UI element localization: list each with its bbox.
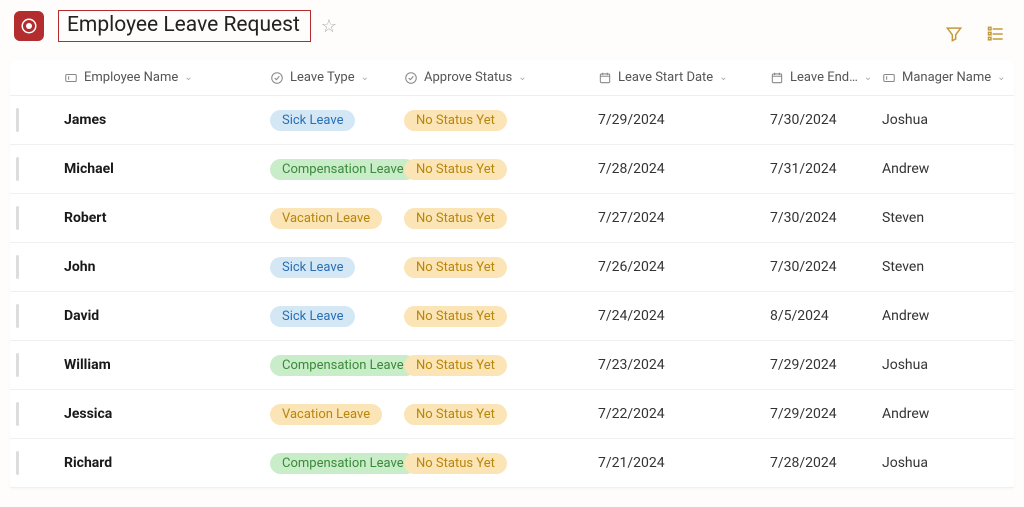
- page-header: Employee Leave Request ☆: [0, 0, 1024, 60]
- leave-type-badge: Sick Leave: [270, 306, 355, 327]
- row-drag-handle[interactable]: [10, 157, 64, 181]
- manager-name-cell: Andrew: [882, 161, 929, 177]
- table-row[interactable]: Richard Compensation LeaveNo Status Yet 7/…: [10, 439, 1014, 488]
- leave-type-badge: Sick Leave: [270, 257, 355, 278]
- row-drag-handle[interactable]: [10, 451, 64, 475]
- leave-type-badge: Compensation Leave: [270, 159, 416, 180]
- table-row[interactable]: William Compensation LeaveNo Status Yet 7/…: [10, 341, 1014, 390]
- column-handle-spacer: [10, 70, 64, 85]
- manager-name-cell: Joshua: [882, 455, 928, 471]
- leave-start-date-cell: 7/27/2024: [598, 210, 665, 226]
- target-icon: [20, 17, 38, 35]
- chevron-down-icon: ⌄: [361, 72, 369, 83]
- leave-start-date-cell: 7/24/2024: [598, 308, 665, 324]
- column-header-leave-end-date[interactable]: Leave End… ⌄: [770, 70, 882, 85]
- chevron-down-icon: ⌄: [864, 72, 872, 83]
- row-drag-handle[interactable]: [10, 353, 64, 377]
- leave-end-date-cell: 7/29/2024: [770, 357, 837, 373]
- row-drag-handle[interactable]: [10, 255, 64, 279]
- approve-status-badge: No Status Yet: [404, 110, 507, 131]
- app-icon: [14, 11, 44, 41]
- row-drag-handle[interactable]: [10, 304, 64, 328]
- leave-end-date-cell: 8/5/2024: [770, 308, 829, 324]
- leave-type-badge: Compensation Leave: [270, 355, 416, 376]
- list-settings-icon[interactable]: [986, 24, 1006, 48]
- chevron-down-icon: ⌄: [719, 72, 727, 83]
- leave-end-date-cell: 7/29/2024: [770, 406, 837, 422]
- leave-start-date-cell: 7/21/2024: [598, 455, 665, 471]
- favorite-icon[interactable]: ☆: [321, 16, 337, 37]
- text-field-icon: [64, 71, 78, 85]
- leave-end-date-cell: 7/30/2024: [770, 112, 837, 128]
- check-circle-icon: [404, 71, 418, 85]
- approve-status-badge: No Status Yet: [404, 208, 507, 229]
- leave-end-date-cell: 7/28/2024: [770, 455, 837, 471]
- manager-name-cell: Andrew: [882, 406, 929, 422]
- leave-type-badge: Sick Leave: [270, 110, 355, 131]
- employee-name-cell: Michael: [64, 161, 114, 177]
- chevron-down-icon: ⌄: [184, 72, 192, 83]
- leave-end-date-cell: 7/30/2024: [770, 210, 837, 226]
- approve-status-badge: No Status Yet: [404, 355, 507, 376]
- manager-name-cell: Steven: [882, 210, 924, 226]
- table-row[interactable]: Michael Compensation LeaveNo Status Yet 7/…: [10, 145, 1014, 194]
- table-row[interactable]: John Sick Leave No Status Yet 7/26/2024 7/30…: [10, 243, 1014, 292]
- row-drag-handle[interactable]: [10, 206, 64, 230]
- manager-name-cell: Steven: [882, 259, 924, 275]
- employee-name-cell: William: [64, 357, 111, 373]
- column-header-leave-type[interactable]: Leave Type ⌄: [270, 70, 404, 85]
- table-row[interactable]: David Sick Leave No Status Yet 7/24/2024 8/5…: [10, 292, 1014, 341]
- leave-end-date-cell: 7/30/2024: [770, 259, 837, 275]
- header-actions: [944, 24, 1006, 48]
- employee-name-cell: John: [64, 259, 95, 275]
- column-header-approve-status[interactable]: Approve Status ⌄: [404, 70, 598, 85]
- leave-start-date-cell: 7/29/2024: [598, 112, 665, 128]
- leave-type-badge: Compensation Leave: [270, 453, 416, 474]
- row-drag-handle[interactable]: [10, 402, 64, 426]
- manager-name-cell: Joshua: [882, 357, 928, 373]
- leave-end-date-cell: 7/31/2024: [770, 161, 837, 177]
- calendar-icon: [598, 71, 612, 85]
- approve-status-badge: No Status Yet: [404, 453, 507, 474]
- leave-type-badge: Vacation Leave: [270, 208, 382, 229]
- calendar-icon: [770, 71, 784, 85]
- text-field-icon: [882, 71, 896, 85]
- employee-name-cell: David: [64, 308, 99, 324]
- page-title: Employee Leave Request: [58, 10, 311, 42]
- table-body: James Sick Leave No Status Yet 7/29/2024 7/3…: [10, 96, 1014, 488]
- filter-icon[interactable]: [944, 24, 964, 48]
- manager-name-cell: Joshua: [882, 112, 928, 128]
- table-header-row: Employee Name ⌄ Leave Type ⌄ Approve Sta…: [10, 60, 1014, 96]
- approve-status-badge: No Status Yet: [404, 257, 507, 278]
- column-header-leave-start-date[interactable]: Leave Start Date ⌄: [598, 70, 770, 85]
- manager-name-cell: Andrew: [882, 308, 929, 324]
- column-header-employee-name[interactable]: Employee Name ⌄: [64, 70, 270, 85]
- data-table: Employee Name ⌄ Leave Type ⌄ Approve Sta…: [10, 60, 1014, 488]
- table-row[interactable]: Jessica Vacation Leave No Status Yet 7/22/2…: [10, 390, 1014, 439]
- employee-name-cell: Robert: [64, 210, 107, 226]
- leave-type-badge: Vacation Leave: [270, 404, 382, 425]
- table-row[interactable]: Robert Vacation Leave No Status Yet 7/27/20…: [10, 194, 1014, 243]
- employee-name-cell: Richard: [64, 455, 112, 471]
- row-drag-handle[interactable]: [10, 108, 64, 132]
- leave-start-date-cell: 7/22/2024: [598, 406, 665, 422]
- leave-start-date-cell: 7/26/2024: [598, 259, 665, 275]
- employee-name-cell: Jessica: [64, 406, 112, 422]
- leave-start-date-cell: 7/23/2024: [598, 357, 665, 373]
- approve-status-badge: No Status Yet: [404, 306, 507, 327]
- column-header-manager-name[interactable]: Manager Name ⌄: [882, 70, 1014, 85]
- employee-name-cell: James: [64, 112, 106, 128]
- leave-start-date-cell: 7/28/2024: [598, 161, 665, 177]
- chevron-down-icon: ⌄: [518, 72, 526, 83]
- table-row[interactable]: James Sick Leave No Status Yet 7/29/2024 7/3…: [10, 96, 1014, 145]
- approve-status-badge: No Status Yet: [404, 159, 507, 180]
- check-circle-icon: [270, 71, 284, 85]
- chevron-down-icon: ⌄: [997, 72, 1005, 83]
- approve-status-badge: No Status Yet: [404, 404, 507, 425]
